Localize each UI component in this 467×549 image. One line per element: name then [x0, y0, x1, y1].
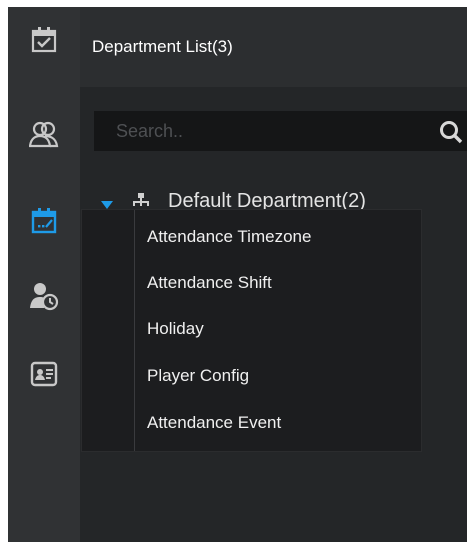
calendar-check-icon [31, 27, 57, 53]
panel-title: Department List(3) [92, 37, 233, 56]
menu-item-label: Attendance Timezone [147, 227, 312, 246]
menu-item-label: Attendance Shift [147, 273, 272, 292]
menu-item-attendance-shift[interactable]: Attendance Shift [135, 260, 421, 306]
rail-item-attendance-config[interactable] [8, 194, 80, 248]
user-clock-icon [30, 283, 59, 311]
panel-header: Department List(3) [80, 7, 467, 87]
context-menu: Attendance Timezone Attendance Shift Hol… [81, 209, 422, 452]
search-input[interactable] [94, 111, 467, 151]
menu-item-attendance-event[interactable]: Attendance Event [135, 400, 421, 446]
rail-item-user-schedule[interactable] [8, 269, 80, 323]
menu-item-holiday[interactable]: Holiday [135, 306, 421, 352]
users-icon [29, 121, 59, 148]
caret-down-icon[interactable] [101, 201, 113, 209]
menu-item-player-config[interactable]: Player Config [135, 353, 421, 399]
rail-item-report[interactable] [8, 347, 80, 401]
menu-item-label: Attendance Event [147, 413, 282, 432]
rail-item-attendance-check[interactable] [8, 13, 80, 67]
side-rail [8, 7, 80, 542]
menu-item-label: Holiday [147, 319, 204, 338]
calendar-edit-icon [31, 208, 57, 234]
app-window: Department List(3) Default Department(2) [8, 7, 467, 542]
search-icon[interactable] [439, 120, 463, 144]
id-card-icon [30, 361, 58, 387]
menu-item-attendance-timezone[interactable]: Attendance Timezone [135, 214, 421, 260]
rail-item-users[interactable] [8, 107, 80, 161]
menu-item-label: Player Config [147, 366, 250, 385]
